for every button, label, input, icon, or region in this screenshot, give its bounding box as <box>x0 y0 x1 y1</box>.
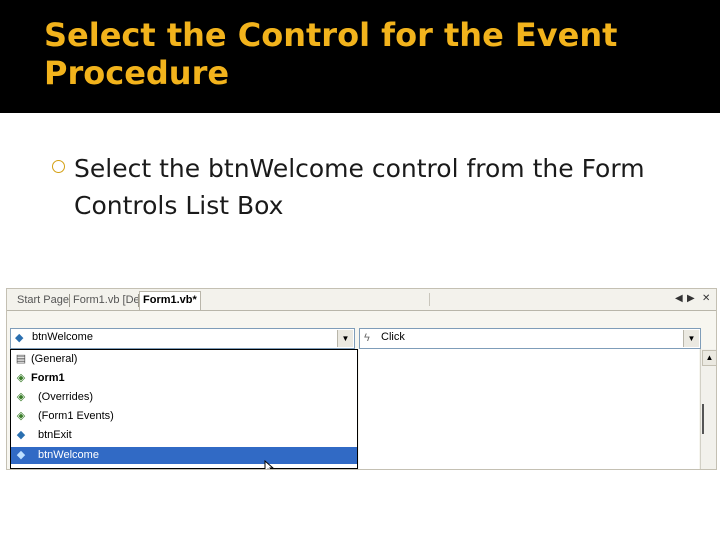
mouse-pointer-icon <box>264 460 274 469</box>
tab-close-icon[interactable]: ✕ <box>702 293 710 304</box>
list-item-label: (Form1 Events) <box>38 410 114 422</box>
bullet-text: Select the btnWelcome control from the F… <box>74 154 645 220</box>
list-item-label: (Overrides) <box>38 391 94 403</box>
bullet-item: Select the btnWelcome control from the F… <box>52 150 702 224</box>
list-item-label: Form1 <box>31 372 65 384</box>
code-editor-window: Start Page Form1.vb [Design]* Form1.vb* … <box>6 288 717 470</box>
object-combo-value: btnWelcome <box>32 331 93 343</box>
code-editor-area[interactable] <box>359 349 699 469</box>
tab-strip-divider <box>429 293 430 306</box>
slide-title: Select the Control for the Event Procedu… <box>44 16 618 92</box>
list-item-selected[interactable]: ◆ btnWelcome <box>11 447 357 464</box>
scroll-up-icon[interactable]: ▲ <box>702 350 716 366</box>
chevron-down-icon[interactable]: ▼ <box>337 330 353 347</box>
general-icon: ▤ <box>15 353 27 365</box>
list-item[interactable]: ▤ (General) <box>11 351 357 368</box>
list-item-label: btnWelcome <box>38 449 99 461</box>
bullet-circle-icon <box>52 160 65 173</box>
events-icon: ◈ <box>16 410 26 422</box>
object-combo-box[interactable]: ◆ btnWelcome ▼ <box>10 328 355 349</box>
list-item[interactable]: ◈ (Overrides) <box>11 389 357 406</box>
event-combo-box[interactable]: ϟ Click ▼ <box>359 328 701 349</box>
form-controls-list-box[interactable]: ▤ (General) ◈ Form1 ◈ (Overrides) ◈ (For… <box>10 349 358 469</box>
tab-start-page[interactable]: Start Page <box>17 292 69 308</box>
tab-prev-icon[interactable]: ◀ <box>675 293 683 304</box>
title-bar: Select the Control for the Event Procedu… <box>0 0 720 113</box>
list-item[interactable]: ◈ (Form1 Events) <box>11 408 357 425</box>
list-item[interactable]: ◈ Form1 <box>11 370 357 387</box>
chevron-down-icon[interactable]: ▼ <box>683 330 699 347</box>
tab-form1-code[interactable]: Form1.vb* <box>139 291 201 310</box>
list-item-label: (General) <box>31 353 78 365</box>
splitter-handle[interactable] <box>702 404 715 434</box>
control-icon: ◆ <box>15 332 24 344</box>
list-item-label: btnExit <box>38 429 72 441</box>
tab-next-icon[interactable]: ▶ <box>687 293 695 304</box>
list-item[interactable]: ◆ btnExit <box>11 427 357 444</box>
tab-separator <box>69 294 70 307</box>
control-icon: ◆ <box>16 429 26 441</box>
overrides-icon: ◈ <box>16 391 26 403</box>
control-icon: ◆ <box>16 449 26 461</box>
form-icon: ◈ <box>16 372 26 384</box>
event-lightning-icon: ϟ <box>364 332 370 344</box>
event-combo-value: Click <box>381 331 405 343</box>
document-tabs: Start Page Form1.vb [Design]* Form1.vb* … <box>7 289 716 311</box>
